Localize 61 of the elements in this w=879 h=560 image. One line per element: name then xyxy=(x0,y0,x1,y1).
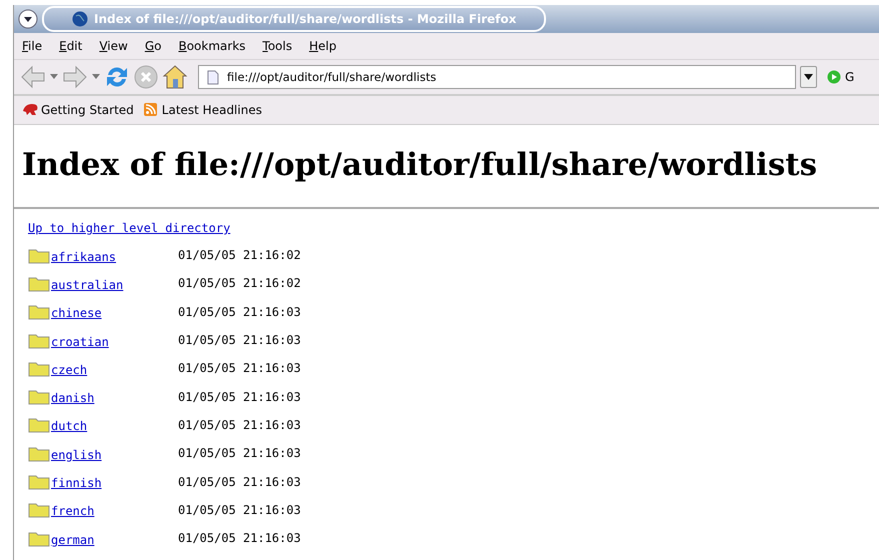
forward-arrow-icon[interactable] xyxy=(62,65,88,89)
folder-icon xyxy=(28,501,50,518)
modified-date: 01/05/05 21:16:03 xyxy=(178,333,301,348)
folder-link[interactable]: dutch xyxy=(28,416,178,434)
modified-date: 01/05/05 21:16:03 xyxy=(178,361,301,376)
menu-item[interactable]: Bookmarks xyxy=(178,39,246,53)
modified-date: 01/05/05 21:16:02 xyxy=(178,276,301,290)
globe-icon xyxy=(72,11,88,27)
folder-link[interactable]: australian xyxy=(28,274,178,292)
menu-item[interactable]: Tools xyxy=(262,39,292,53)
page-icon xyxy=(207,70,219,84)
folder-link[interactable]: danish xyxy=(28,388,178,406)
folder-icon xyxy=(28,274,50,292)
modified-date: 01/05/05 21:16:03 xyxy=(178,474,301,489)
menu-item[interactable]: View xyxy=(99,39,128,53)
folder-link[interactable]: finnish xyxy=(28,473,178,490)
folder-link[interactable]: croatian xyxy=(28,332,178,349)
folder-icon xyxy=(28,360,50,377)
folder-link[interactable]: chinese xyxy=(28,303,178,320)
menu-item[interactable]: Go xyxy=(144,39,162,53)
go-button[interactable]: G xyxy=(821,70,854,84)
home-icon[interactable] xyxy=(162,64,188,90)
bookmark-item[interactable]: Getting Started xyxy=(22,103,134,117)
back-arrow-icon[interactable] xyxy=(20,65,46,89)
stop-icon[interactable] xyxy=(134,65,158,89)
modified-date: 01/05/05 21:16:03 xyxy=(178,502,301,517)
modified-date: 01/05/05 21:16:03 xyxy=(178,304,301,319)
folder-icon xyxy=(28,444,50,462)
address-text: file:///opt/auditor/full/share/wordlists xyxy=(227,70,436,84)
window-menu-icon[interactable] xyxy=(18,9,38,29)
bookmark-item[interactable]: Latest Headlines xyxy=(144,102,262,118)
address-field[interactable]: file:///opt/auditor/full/share/wordlists xyxy=(198,65,796,89)
up-link[interactable]: Up to higher level directory xyxy=(28,221,230,235)
page-heading: Index of file:///opt/auditor/full/share/wordlists xyxy=(22,147,818,183)
folder-icon xyxy=(28,332,50,349)
caret-icon[interactable] xyxy=(92,74,100,80)
folder-link[interactable]: english xyxy=(28,444,178,462)
modified-date: 01/05/05 21:16:03 xyxy=(178,390,301,404)
menu-item[interactable]: Help xyxy=(309,39,336,53)
folder-link[interactable]: czech xyxy=(28,360,178,377)
folder-icon xyxy=(28,388,50,406)
menu-item[interactable]: Edit xyxy=(59,39,82,53)
folder-link[interactable]: french xyxy=(28,501,178,518)
caret-icon xyxy=(804,74,813,80)
folder-icon xyxy=(28,416,50,434)
window-title: Index of file:///opt/auditor/full/share/wordlists - Mozilla Firefox xyxy=(94,12,516,26)
folder-link[interactable]: afrikaans xyxy=(28,246,178,264)
folder-icon xyxy=(28,473,50,490)
folder-icon xyxy=(28,246,50,264)
modified-date: 01/05/05 21:16:02 xyxy=(178,248,301,262)
play-icon xyxy=(827,70,841,84)
menu-item[interactable]: File xyxy=(22,39,42,53)
folder-link[interactable]: german xyxy=(28,530,178,547)
modified-date: 01/05/05 21:16:03 xyxy=(178,531,301,546)
folder-icon xyxy=(28,530,50,547)
folder-icon xyxy=(28,303,50,320)
caret-icon[interactable] xyxy=(50,74,58,80)
dropdown-button[interactable] xyxy=(800,66,817,88)
modified-date: 01/05/05 21:16:03 xyxy=(178,418,301,432)
rss-icon xyxy=(144,102,159,118)
modified-date: 01/05/05 21:16:03 xyxy=(178,446,301,460)
